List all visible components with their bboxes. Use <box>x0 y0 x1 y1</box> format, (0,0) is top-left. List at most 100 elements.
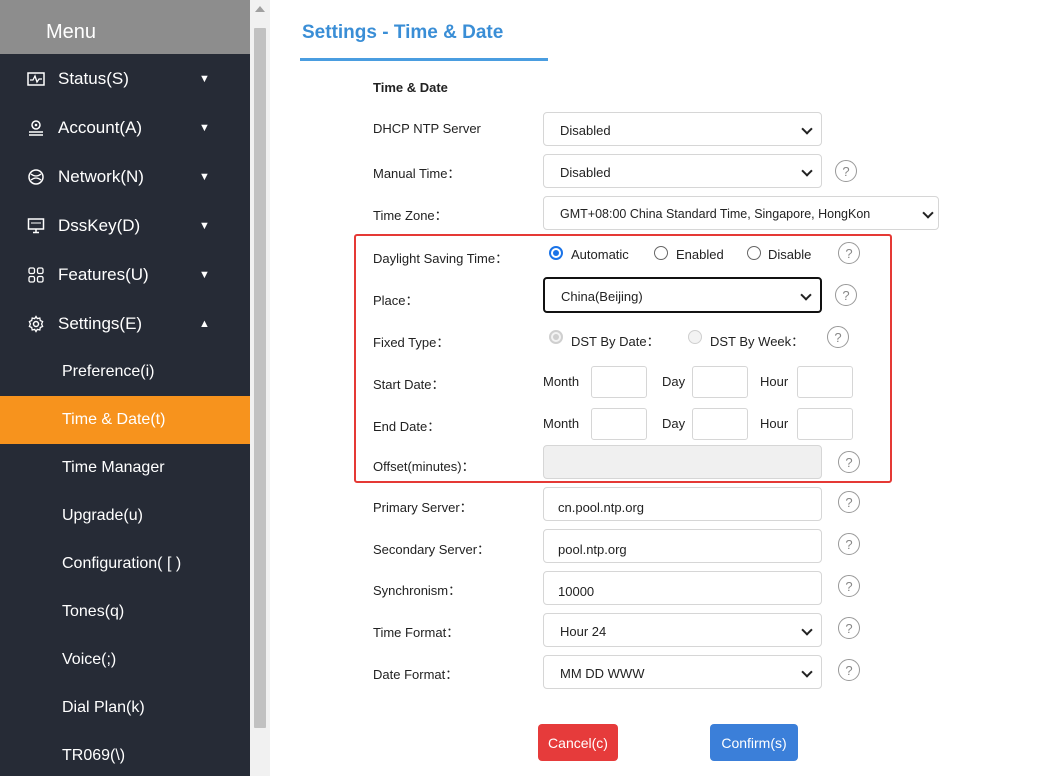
chevron-down-icon <box>801 123 813 135</box>
select-value: Disabled <box>560 165 611 180</box>
dst-by-week-radio[interactable] <box>688 330 702 344</box>
scroll-up-arrow-icon[interactable] <box>255 6 265 12</box>
primary-server-input[interactable]: cn.pool.ntp.org <box>543 487 822 521</box>
confirm-button[interactable]: Confirm(s) <box>710 724 798 761</box>
help-icon[interactable]: ? <box>835 284 857 306</box>
end-month-input[interactable] <box>591 408 647 440</box>
menu-group-dsskey[interactable]: DssKey(D) ▼ <box>0 201 250 250</box>
offset-input[interactable] <box>543 445 822 479</box>
monitor-icon <box>26 216 46 236</box>
sidebar-item-tones[interactable]: Tones(q) <box>0 588 250 636</box>
sidebar-item-dial-plan[interactable]: Dial Plan(k) <box>0 684 250 732</box>
help-icon[interactable]: ? <box>838 617 860 639</box>
start-day-label: Day <box>662 374 686 389</box>
status-icon <box>26 69 46 89</box>
start-month-label: Month <box>543 374 580 389</box>
sidebar-item-voice[interactable]: Voice(;) <box>0 636 250 684</box>
date-format-label: Date Format： <box>373 667 459 682</box>
chevron-down-icon <box>800 289 812 301</box>
sidebar-item-upgrade[interactable]: Upgrade(u) <box>0 492 250 540</box>
manual-time-select[interactable]: Disabled <box>543 154 822 188</box>
help-icon[interactable]: ? <box>838 575 860 597</box>
gear-icon <box>26 314 46 334</box>
chevron-down-icon <box>801 666 813 678</box>
dst-automatic-label[interactable]: Automatic <box>571 247 629 262</box>
dst-disable-label[interactable]: Disable <box>768 247 811 262</box>
help-icon[interactable]: ? <box>838 491 860 513</box>
help-icon[interactable]: ? <box>838 659 860 681</box>
dst-by-date-label[interactable]: DST By Date： <box>571 331 660 350</box>
end-month-label: Month <box>543 416 580 431</box>
chevron-down-icon <box>801 165 813 177</box>
select-value: China(Beijing) <box>561 289 643 304</box>
time-format-label: Time Format： <box>373 625 460 640</box>
place-select[interactable]: China(Beijing) <box>543 277 822 313</box>
dhcp-ntp-label: DHCP NTP Server <box>373 121 481 136</box>
dhcp-ntp-select[interactable]: Disabled <box>543 112 822 146</box>
manual-time-label: Manual Time： <box>373 166 461 181</box>
scrollbar-thumb[interactable] <box>254 28 266 728</box>
chevron-down-icon <box>922 207 934 219</box>
select-value: GMT+08:00 China Standard Time, Singapore… <box>560 207 871 221</box>
title-underline <box>300 58 548 61</box>
menu-group-settings[interactable]: Settings(E) ▲ <box>0 299 250 348</box>
section-title: Time & Date <box>373 80 448 95</box>
sidebar-item-time-date[interactable]: Time & Date(t) <box>0 396 250 444</box>
sidebar-item-preference[interactable]: Preference(i) <box>0 348 250 396</box>
end-hour-input[interactable] <box>797 408 853 440</box>
help-icon[interactable]: ? <box>835 160 857 182</box>
time-zone-select[interactable]: GMT+08:00 China Standard Time, Singapore… <box>543 196 939 230</box>
select-value: MM DD WWW <box>560 666 645 681</box>
page-title: Settings - Time & Date <box>302 22 504 43</box>
chevron-down-icon: ▼ <box>199 121 210 134</box>
menu-group-label: Network(N) <box>58 166 144 186</box>
help-icon[interactable]: ? <box>838 451 860 473</box>
menu-group-label: Account(A) <box>58 117 143 137</box>
chevron-down-icon <box>801 624 813 636</box>
fixed-type-label: Fixed Type： <box>373 335 450 350</box>
chevron-down-icon: ▼ <box>199 268 210 281</box>
menu-group-status[interactable]: Status(S) ▼ <box>0 54 250 103</box>
start-month-input[interactable] <box>591 366 647 398</box>
start-day-input[interactable] <box>692 366 748 398</box>
secondary-server-input[interactable]: pool.ntp.org <box>543 529 822 563</box>
primary-server-label: Primary Server： <box>373 500 473 515</box>
menu-group-features[interactable]: Features(U) ▼ <box>0 250 250 299</box>
select-value: Disabled <box>560 123 611 138</box>
chevron-down-icon: ▼ <box>199 170 210 183</box>
help-icon[interactable]: ? <box>838 242 860 264</box>
sidebar-item-configuration[interactable]: Configuration( [ ) <box>0 540 250 588</box>
cancel-button[interactable]: Cancel(c) <box>538 724 618 761</box>
offset-label: Offset(minutes)： <box>373 459 475 474</box>
dst-disable-radio[interactable] <box>747 246 761 260</box>
date-format-select[interactable]: MM DD WWW <box>543 655 822 689</box>
dst-by-date-radio[interactable] <box>549 330 563 344</box>
chevron-down-icon: ▼ <box>199 72 210 85</box>
dst-enabled-label[interactable]: Enabled <box>676 247 724 262</box>
chevron-up-icon: ▲ <box>199 317 210 330</box>
select-value: Hour 24 <box>560 624 607 639</box>
end-day-input[interactable] <box>692 408 748 440</box>
menu-group-label: Status(S) <box>58 68 129 88</box>
sidebar: Menu Status(S) ▼ Account(A) ▼ Network(N)… <box>0 0 250 776</box>
menu-group-network[interactable]: Network(N) ▼ <box>0 152 250 201</box>
menu-group-account[interactable]: Account(A) ▼ <box>0 103 250 152</box>
dst-by-week-label[interactable]: DST By Week： <box>710 331 804 350</box>
end-date-label: End Date： <box>373 419 441 434</box>
secondary-server-label: Secondary Server： <box>373 542 491 557</box>
dst-automatic-radio[interactable] <box>549 246 563 260</box>
synchronism-input[interactable]: 10000 <box>543 571 822 605</box>
chevron-down-icon: ▼ <box>199 219 210 232</box>
sidebar-item-time-manager[interactable]: Time Manager <box>0 444 250 492</box>
time-format-select[interactable]: Hour 24 <box>543 613 822 647</box>
menu-header: Menu <box>0 0 250 54</box>
dst-enabled-radio[interactable] <box>654 246 668 260</box>
help-icon[interactable]: ? <box>838 533 860 555</box>
start-hour-input[interactable] <box>797 366 853 398</box>
dst-label: Daylight Saving Time： <box>373 251 509 266</box>
start-hour-label: Hour <box>760 374 789 389</box>
end-day-label: Day <box>662 416 686 431</box>
help-icon[interactable]: ? <box>827 326 849 348</box>
sidebar-item-tr069[interactable]: TR069(\) <box>0 732 250 776</box>
sidebar-scrollbar[interactable] <box>250 0 270 776</box>
